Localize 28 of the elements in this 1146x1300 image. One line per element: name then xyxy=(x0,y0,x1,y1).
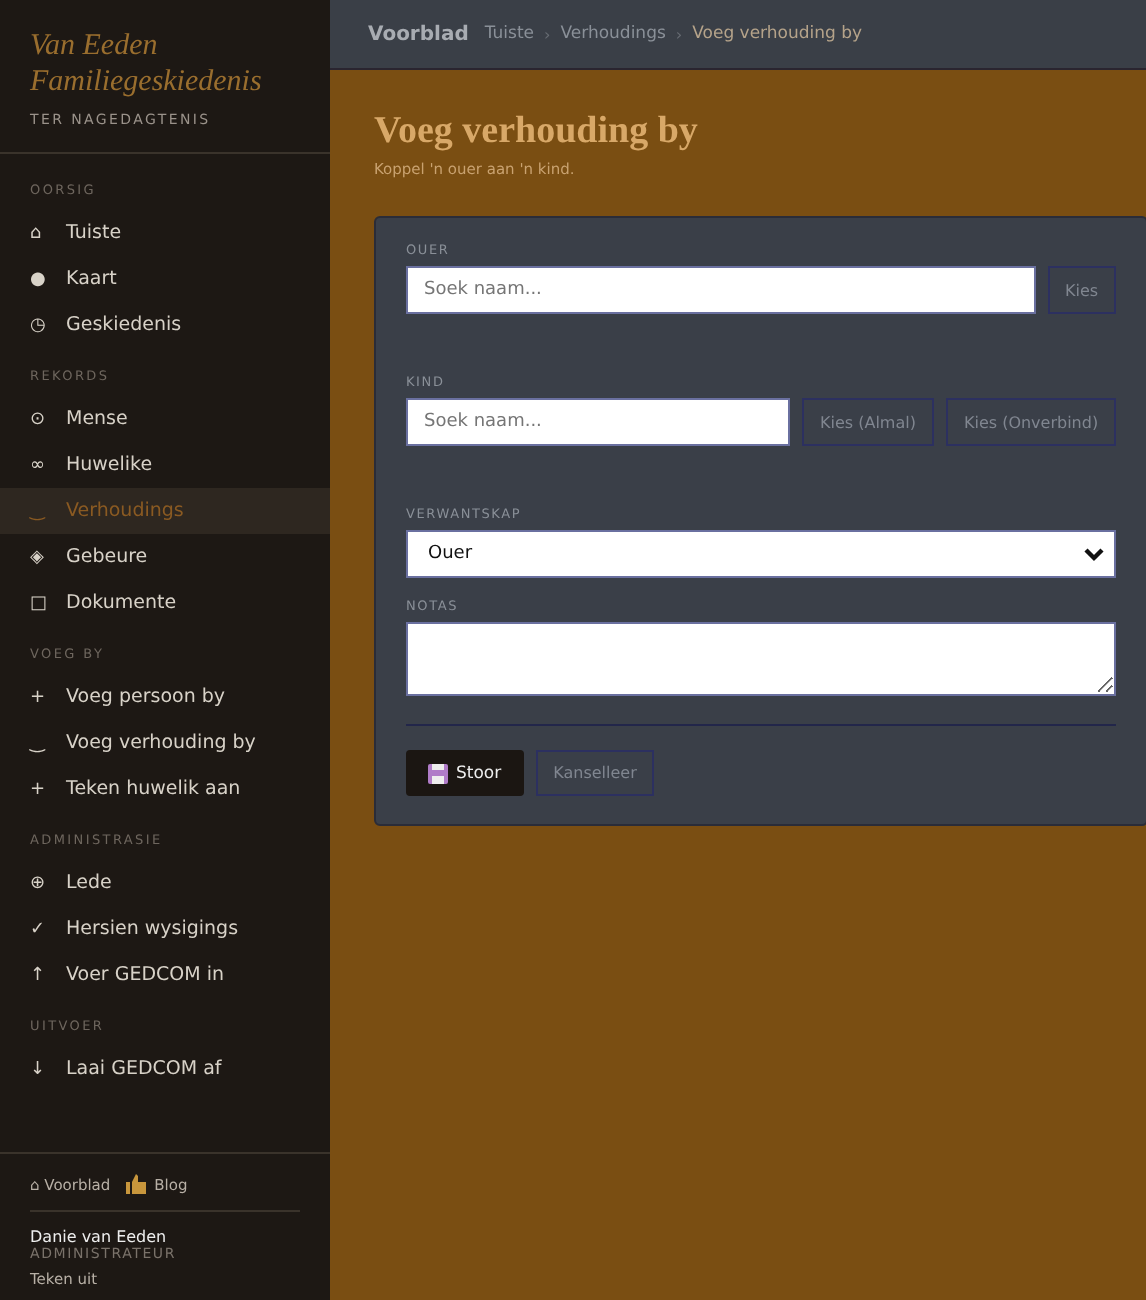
nav-item[interactable]: ↓ Laai GEDCOM af xyxy=(0,1046,330,1092)
nav-item[interactable]: ⊕ Lede xyxy=(0,860,330,906)
user-name: Danie van Eeden xyxy=(30,1228,169,1246)
thumbs-up-icon xyxy=(126,1174,147,1194)
breadcrumb-separator: › xyxy=(544,25,551,43)
search-field[interactable]: Soek naam... xyxy=(406,266,1036,314)
nav-item[interactable]: ∞ Huwelike xyxy=(0,442,330,488)
nav-item[interactable]: ● Kaart xyxy=(0,256,330,302)
breadcrumb-item: Voeg verhouding by xyxy=(692,24,863,44)
page-title: Voeg verhouding by xyxy=(374,110,700,154)
site-title: Van Eeden Familiegeskiedenis xyxy=(30,28,264,100)
nav-item[interactable]: □ Dokumente xyxy=(0,580,330,626)
nav-item[interactable]: ◷ Geskiedenis xyxy=(0,302,330,348)
notes-field[interactable] xyxy=(406,622,1117,696)
chevron-down-icon xyxy=(1084,547,1105,561)
nav-item[interactable]: ↑ Voer GEDCOM in xyxy=(0,952,330,998)
nav-item[interactable]: + Voeg persoon by xyxy=(0,674,330,720)
search-field[interactable]: Soek naam... xyxy=(406,398,790,446)
nav-item[interactable]: ‿ Voeg verhouding by xyxy=(0,720,330,766)
save-button[interactable]: Stoor xyxy=(406,750,524,796)
nav-item[interactable]: ⌂ Tuiste xyxy=(0,210,330,256)
nav-item[interactable]: ✓ Hersien wysigings xyxy=(0,906,330,952)
relationship-dropdown[interactable]: Ouer xyxy=(406,530,1117,578)
nav-item[interactable]: + Teken huwelik aan xyxy=(0,766,330,812)
brand-link[interactable]: Voorblad xyxy=(368,23,469,45)
breadcrumb-separator: › xyxy=(675,25,683,43)
nav-item[interactable]: ◈ Gebeure xyxy=(0,534,330,580)
nav-item[interactable]: ⊙ Mense xyxy=(0,396,330,442)
